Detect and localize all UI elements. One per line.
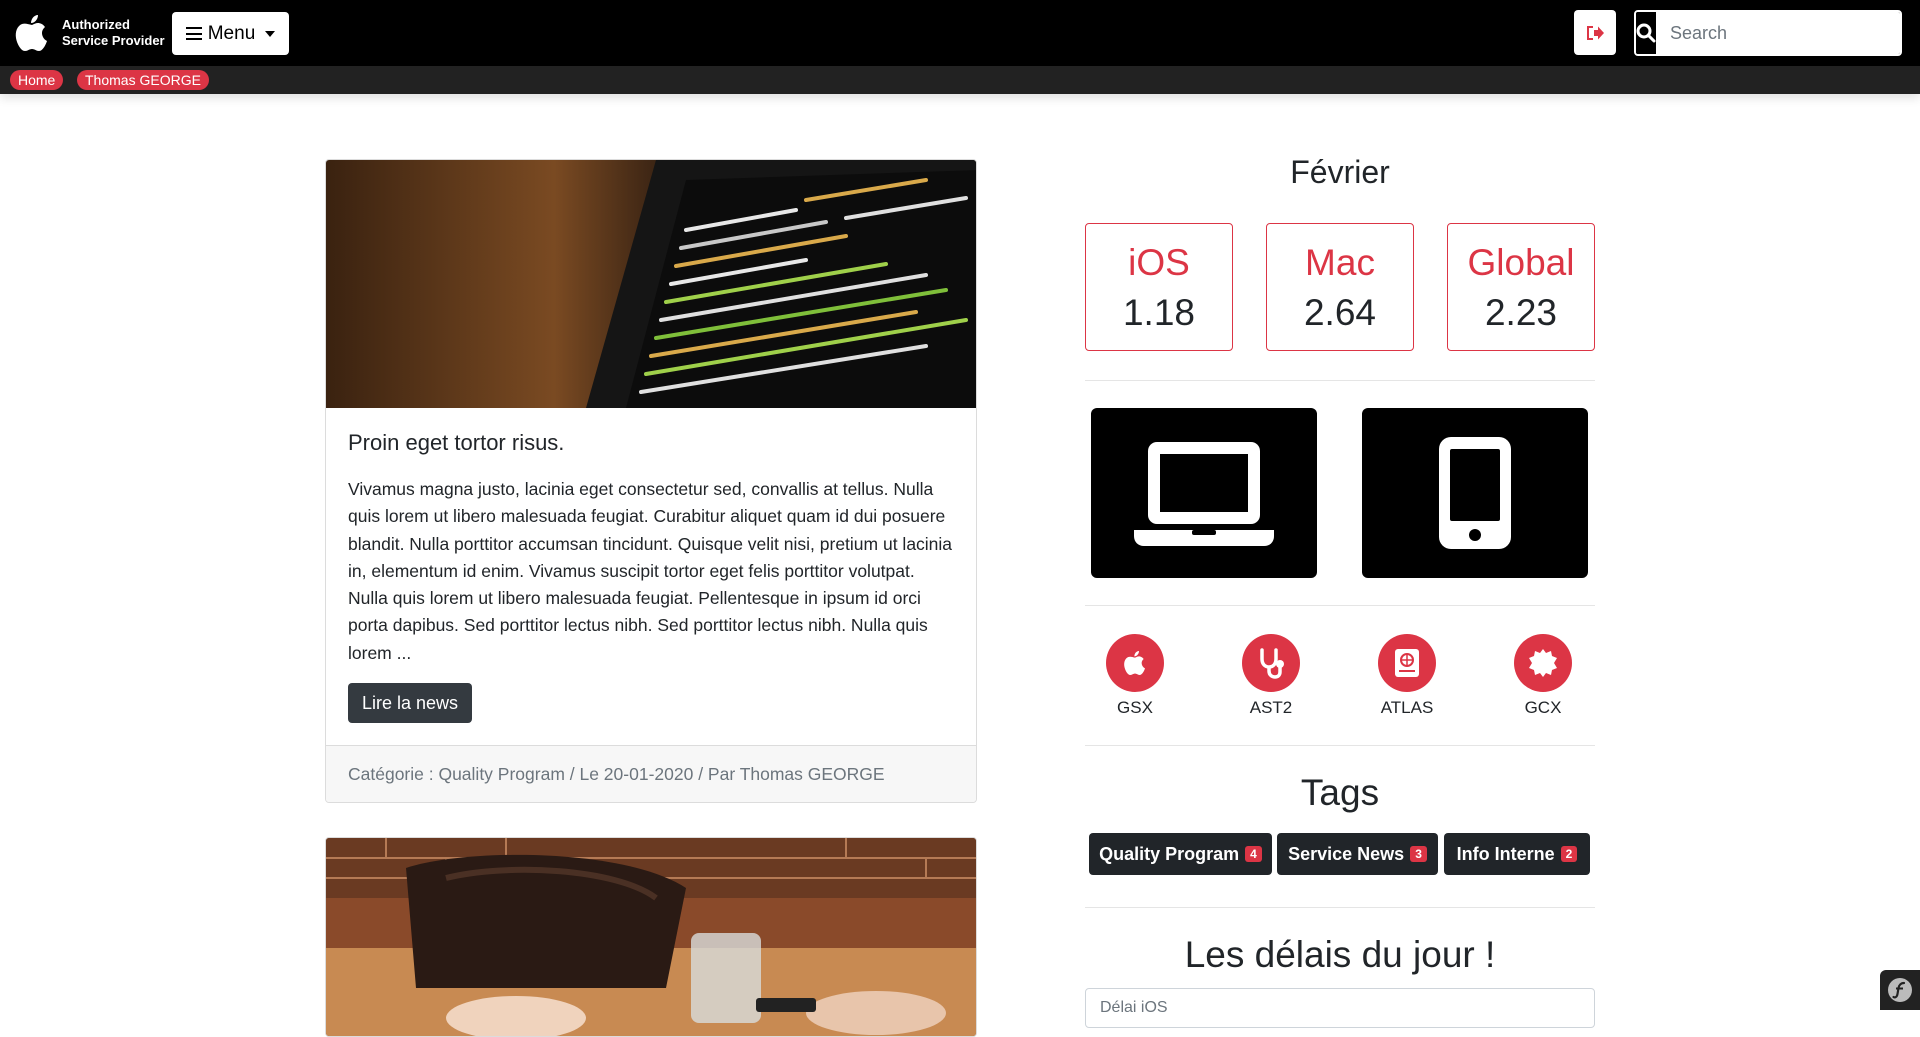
atlas-book-icon: [1378, 634, 1436, 692]
brand-line-1: Authorized: [62, 17, 130, 32]
news-image-meeting: [326, 838, 976, 1036]
delay-ios-field[interactable]: Délai iOS: [1085, 988, 1595, 1028]
tag-quality-program[interactable]: Quality Program 4: [1089, 833, 1272, 875]
brand-line-2: Service Provider: [62, 33, 165, 48]
breadcrumb: Home Thomas GEORGE: [0, 66, 1920, 94]
delays-title: Les délais du jour !: [1184, 934, 1496, 975]
stat-label: iOS: [1128, 242, 1190, 283]
sign-out-icon: [1587, 25, 1604, 40]
search-group: [1634, 10, 1902, 56]
hamburger-icon: [185, 27, 202, 40]
divider: [1085, 907, 1595, 908]
mac-device-button[interactable]: [1091, 408, 1317, 578]
tool-gcx[interactable]: GCX: [1503, 634, 1583, 718]
tag-label: Info Interne: [1456, 843, 1555, 864]
search-button[interactable]: [1636, 12, 1656, 54]
breadcrumb-user[interactable]: Thomas GEORGE: [77, 70, 209, 90]
tag-label: Quality Program: [1099, 843, 1240, 864]
stat-value: 2.23: [1484, 292, 1557, 333]
tool-atlas[interactable]: ATLAS: [1367, 634, 1447, 718]
stat-value: 1.18: [1122, 292, 1195, 333]
tag-service-news[interactable]: Service News 3: [1277, 833, 1438, 875]
news-excerpt: Vivamus magna justo, lacinia eget consec…: [348, 479, 953, 663]
tool-label: ATLAS: [1380, 698, 1434, 717]
tag-info-interne[interactable]: Info Interne 2: [1444, 833, 1590, 875]
tag-count-badge: 4: [1245, 846, 1262, 862]
divider: [1085, 380, 1595, 381]
symfony-icon: [1888, 978, 1912, 1002]
apple-logo-icon: [15, 15, 47, 51]
stat-label: Global: [1467, 242, 1575, 283]
tag-count-badge: 2: [1560, 846, 1578, 862]
stats-month: Février: [1290, 154, 1390, 190]
meeting-photo: [326, 838, 976, 1036]
stat-label: Mac: [1305, 242, 1375, 283]
mobile-phone-icon: [1439, 437, 1511, 549]
code-laptop-photo: [326, 160, 976, 408]
symfony-toolbar-toggle[interactable]: [1880, 970, 1920, 1010]
brand-text: Authorized Service Provider: [62, 17, 165, 49]
breadcrumb-home[interactable]: Home: [10, 70, 64, 90]
menu-label: Menu: [207, 22, 256, 44]
logout-button[interactable]: [1574, 10, 1616, 55]
stat-card-ios: iOS 1.18: [1085, 223, 1233, 351]
news-card-body: Proin eget tortor risus. Vivamus magna j…: [326, 408, 976, 745]
stat-card-mac: Mac 2.64: [1266, 223, 1414, 351]
read-news-button[interactable]: Lire la news: [348, 683, 473, 724]
top-navbar: Authorized Service Provider Menu: [0, 0, 1920, 66]
search-input[interactable]: [1656, 12, 1900, 54]
search-icon: [1636, 23, 1656, 43]
certificate-icon: [1514, 634, 1572, 692]
menu-button[interactable]: Menu: [172, 12, 289, 55]
tool-gsx[interactable]: GSX: [1095, 634, 1175, 718]
tool-label: GSX: [1117, 698, 1153, 717]
tool-label: GCX: [1524, 698, 1562, 717]
laptop-icon: [1134, 442, 1274, 546]
stethoscope-icon: [1242, 634, 1300, 692]
apple-icon: [1106, 634, 1164, 692]
tool-ast2[interactable]: AST2: [1231, 634, 1311, 718]
caret-down-icon: [265, 30, 276, 37]
news-image-code: [326, 160, 976, 408]
news-footer: Catégorie : Quality Program / Le 20-01-2…: [326, 745, 976, 803]
divider: [1085, 745, 1595, 746]
tool-label: AST2: [1249, 698, 1293, 717]
stat-value: 2.64: [1303, 292, 1376, 333]
stat-card-global: Global 2.23: [1447, 223, 1595, 351]
iphone-device-button[interactable]: [1362, 408, 1588, 578]
tags-title: Tags: [1300, 772, 1380, 813]
news-card: Proin eget tortor risus. Vivamus magna j…: [325, 159, 977, 804]
tag-count-badge: 3: [1410, 846, 1427, 862]
news-title: Proin eget tortor risus.: [348, 430, 565, 455]
brand[interactable]: Authorized Service Provider: [14, 12, 165, 54]
divider: [1085, 605, 1595, 606]
tag-label: Service News: [1288, 843, 1405, 864]
news-card: [325, 837, 977, 1037]
